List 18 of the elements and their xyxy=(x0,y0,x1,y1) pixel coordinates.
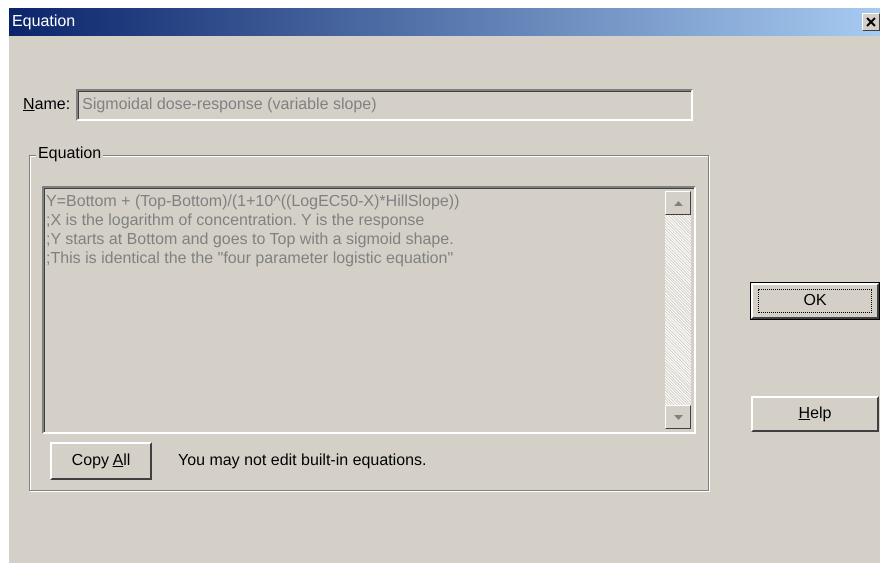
equation-text-area[interactable] xyxy=(42,186,696,434)
close-icon xyxy=(866,17,876,27)
group-title: Equation xyxy=(36,145,104,163)
info-text: You may not edit built-in equations. xyxy=(178,452,426,470)
equation-line: Y=Bottom + (Top-Bottom)/(1+10^((LogEC50-X)*HillSlope)) xyxy=(46,192,460,211)
equation-line: ;Y starts at Bottom and goes to Top with a sigmoid shape. xyxy=(46,230,455,249)
window-title: Equation xyxy=(12,13,76,31)
equation-line: ;X is the logarithm of concentration. Y is the response xyxy=(46,211,426,230)
down-arrow-icon xyxy=(674,414,682,420)
up-arrow-icon xyxy=(674,200,682,206)
close-button[interactable] xyxy=(862,13,880,31)
help-button[interactable]: Help xyxy=(751,396,879,432)
scroll-up-button[interactable] xyxy=(665,191,691,215)
equation-line: ;This is identical the the "four parameter logistic equation" xyxy=(46,249,454,268)
scrollbar[interactable] xyxy=(665,191,691,429)
scroll-down-button[interactable] xyxy=(665,405,691,429)
name-label: Name: xyxy=(23,96,70,114)
ok-button[interactable]: OK xyxy=(751,283,879,319)
